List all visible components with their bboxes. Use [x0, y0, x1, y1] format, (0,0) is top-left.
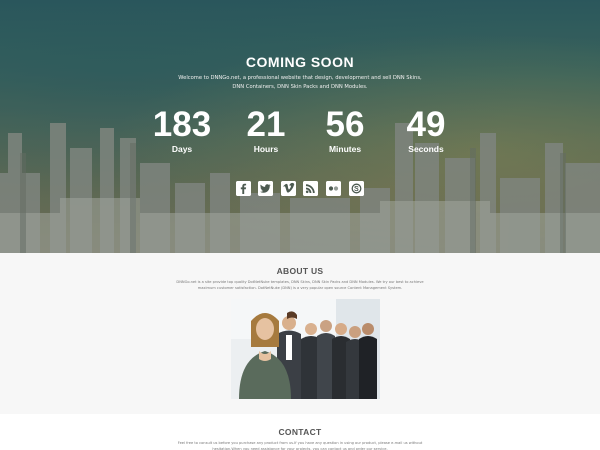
about-title: ABOUT US: [276, 266, 324, 276]
rss-icon[interactable]: [303, 181, 318, 196]
countdown-seconds-value: 49: [406, 105, 446, 144]
contact-description: Feel free to consult us before you purch…: [177, 441, 423, 450]
contact-title: CONTACT: [278, 427, 322, 437]
countdown-minutes: 56 Minutes: [305, 105, 385, 155]
about-description: DNNGo.net is a site provide top quality …: [176, 280, 424, 290]
facebook-icon[interactable]: [236, 181, 251, 196]
hero-subtitle: Welcome to DNNGo.net, a professional web…: [178, 75, 422, 90]
countdown-hours-value: 21: [246, 105, 286, 144]
countdown-minutes-value: 56: [325, 105, 365, 144]
team-photo: [231, 299, 380, 399]
hero-title: COMING SOON: [245, 54, 355, 70]
flickr-icon[interactable]: [326, 181, 341, 196]
countdown-days: 183 Days: [142, 105, 222, 155]
contact-section: CONTACT Feel free to consult us before y…: [0, 414, 600, 450]
countdown-seconds-label: Seconds: [408, 144, 444, 154]
countdown-seconds: 49 Seconds: [386, 105, 466, 155]
countdown-days-value: 183: [152, 105, 212, 144]
skype-icon[interactable]: [349, 181, 364, 196]
countdown-minutes-label: Minutes: [328, 144, 362, 154]
social-links: [236, 181, 364, 197]
twitter-icon[interactable]: [258, 181, 273, 196]
hero-section: COMING SOON Welcome to DNNGo.net, a prof…: [0, 0, 600, 253]
about-section: ABOUT US DNNGo.net is a site provide top…: [0, 253, 600, 414]
countdown-hours: 21 Hours: [226, 105, 306, 155]
countdown-days-label: Days: [171, 144, 193, 154]
vimeo-icon[interactable]: [281, 181, 296, 196]
countdown-hours-label: Hours: [253, 144, 279, 154]
